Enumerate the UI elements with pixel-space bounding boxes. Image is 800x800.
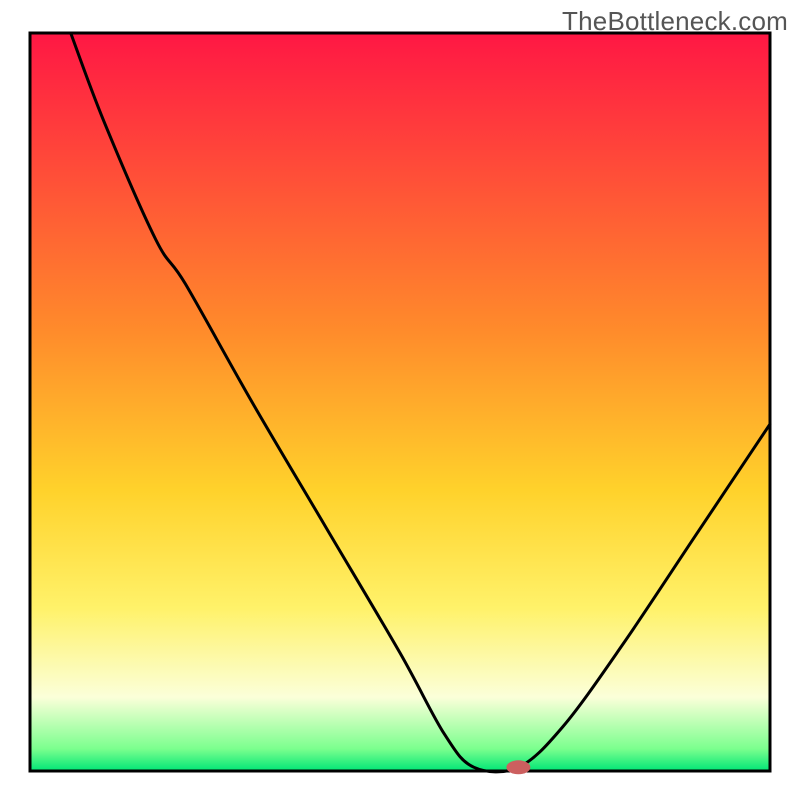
chart-container: TheBottleneck.com — [0, 0, 800, 800]
optimal-marker — [506, 760, 530, 774]
watermark-text: TheBottleneck.com — [562, 6, 788, 37]
bottleneck-chart — [0, 0, 800, 800]
plot-background — [30, 33, 770, 771]
